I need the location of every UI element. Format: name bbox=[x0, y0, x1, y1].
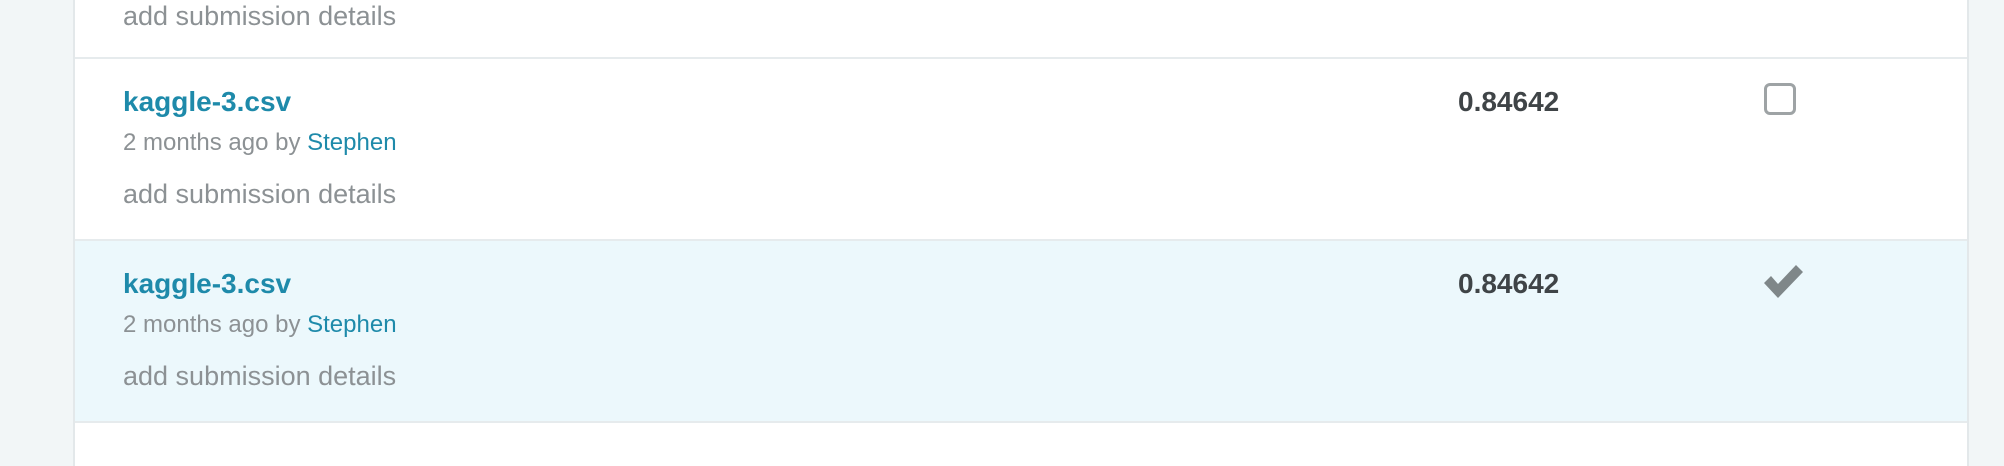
submission-meta: 2 months ago by Stephen bbox=[123, 311, 397, 339]
submission-row-selected: kaggle-3.csv 2 months ago by Stephen add… bbox=[75, 241, 1967, 423]
add-submission-details-link[interactable]: add submission details bbox=[123, 1, 396, 32]
checkmark-icon[interactable] bbox=[1761, 261, 1805, 301]
submission-row: kaggle-3.csv 2 months ago by Stephen add… bbox=[75, 59, 1967, 241]
submission-filename-link[interactable]: kaggle-3.csv bbox=[123, 268, 291, 300]
checkbox-icon[interactable] bbox=[1764, 83, 1796, 115]
submission-author-link[interactable]: Stephen bbox=[307, 311, 396, 338]
add-submission-details-link[interactable]: add submission details bbox=[123, 179, 396, 210]
submission-time: 2 months ago by bbox=[123, 129, 301, 156]
submission-row: add submission details bbox=[75, 0, 1967, 59]
submissions-panel: add submission details kaggle-3.csv 2 mo… bbox=[73, 0, 1969, 466]
submission-author-link[interactable]: Stephen bbox=[307, 129, 396, 156]
add-submission-details-link[interactable]: add submission details bbox=[123, 361, 396, 392]
submission-meta: 2 months ago by Stephen bbox=[123, 129, 397, 157]
submission-time: 2 months ago by bbox=[123, 311, 301, 338]
submission-score: 0.84642 bbox=[1458, 268, 1560, 299]
submission-score: 0.84642 bbox=[1458, 86, 1560, 117]
submission-filename-link[interactable]: kaggle-3.csv bbox=[123, 86, 291, 118]
